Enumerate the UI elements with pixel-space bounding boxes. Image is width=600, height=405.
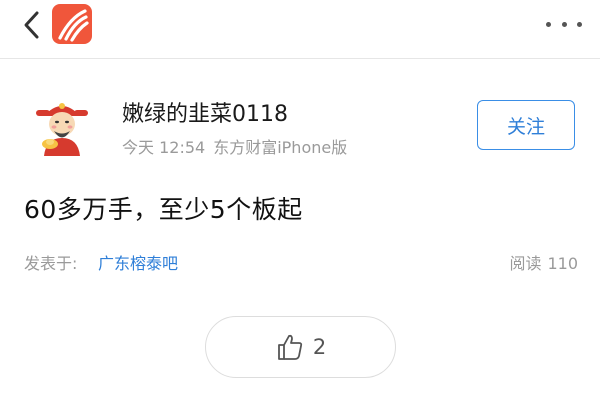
back-button[interactable]	[14, 8, 48, 42]
post-time: 今天 12:54	[122, 138, 206, 157]
like-count: 2	[312, 335, 327, 359]
eastmoney-logo-icon[interactable]	[52, 4, 92, 44]
like-button[interactable]: 2	[205, 316, 396, 378]
reads-label: 阅读	[509, 254, 542, 273]
follow-button[interactable]: 关注	[477, 100, 575, 150]
post-source: 东方财富iPhone版	[213, 138, 348, 157]
post-body: 60多万手，至少5个板起	[24, 195, 303, 224]
chevron-left-icon	[24, 11, 39, 39]
post-meta: 今天 12:54 东方财富iPhone版	[122, 134, 347, 158]
reads-count: 110	[547, 254, 578, 273]
read-count: 阅读 110	[509, 250, 578, 274]
more-dot	[561, 21, 567, 27]
posted-in-label: 发表于:	[24, 254, 78, 273]
more-dots-icon	[546, 21, 551, 27]
board-link[interactable]: 广东榕泰吧	[98, 250, 178, 274]
thumbs-up-icon	[277, 334, 302, 360]
author-name[interactable]: 嫩绿的韭菜0118	[122, 96, 288, 128]
caishen-avatar-icon[interactable]	[30, 94, 94, 158]
post-footer: 发表于: 广东榕泰吧 阅读 110	[0, 248, 600, 274]
more-options-button[interactable]	[546, 14, 582, 34]
more-dot	[577, 21, 582, 27]
post-header: 嫩绿的韭菜0118 今天 12:54 东方财富iPhone版 关注	[0, 86, 600, 166]
top-bar	[0, 0, 600, 59]
